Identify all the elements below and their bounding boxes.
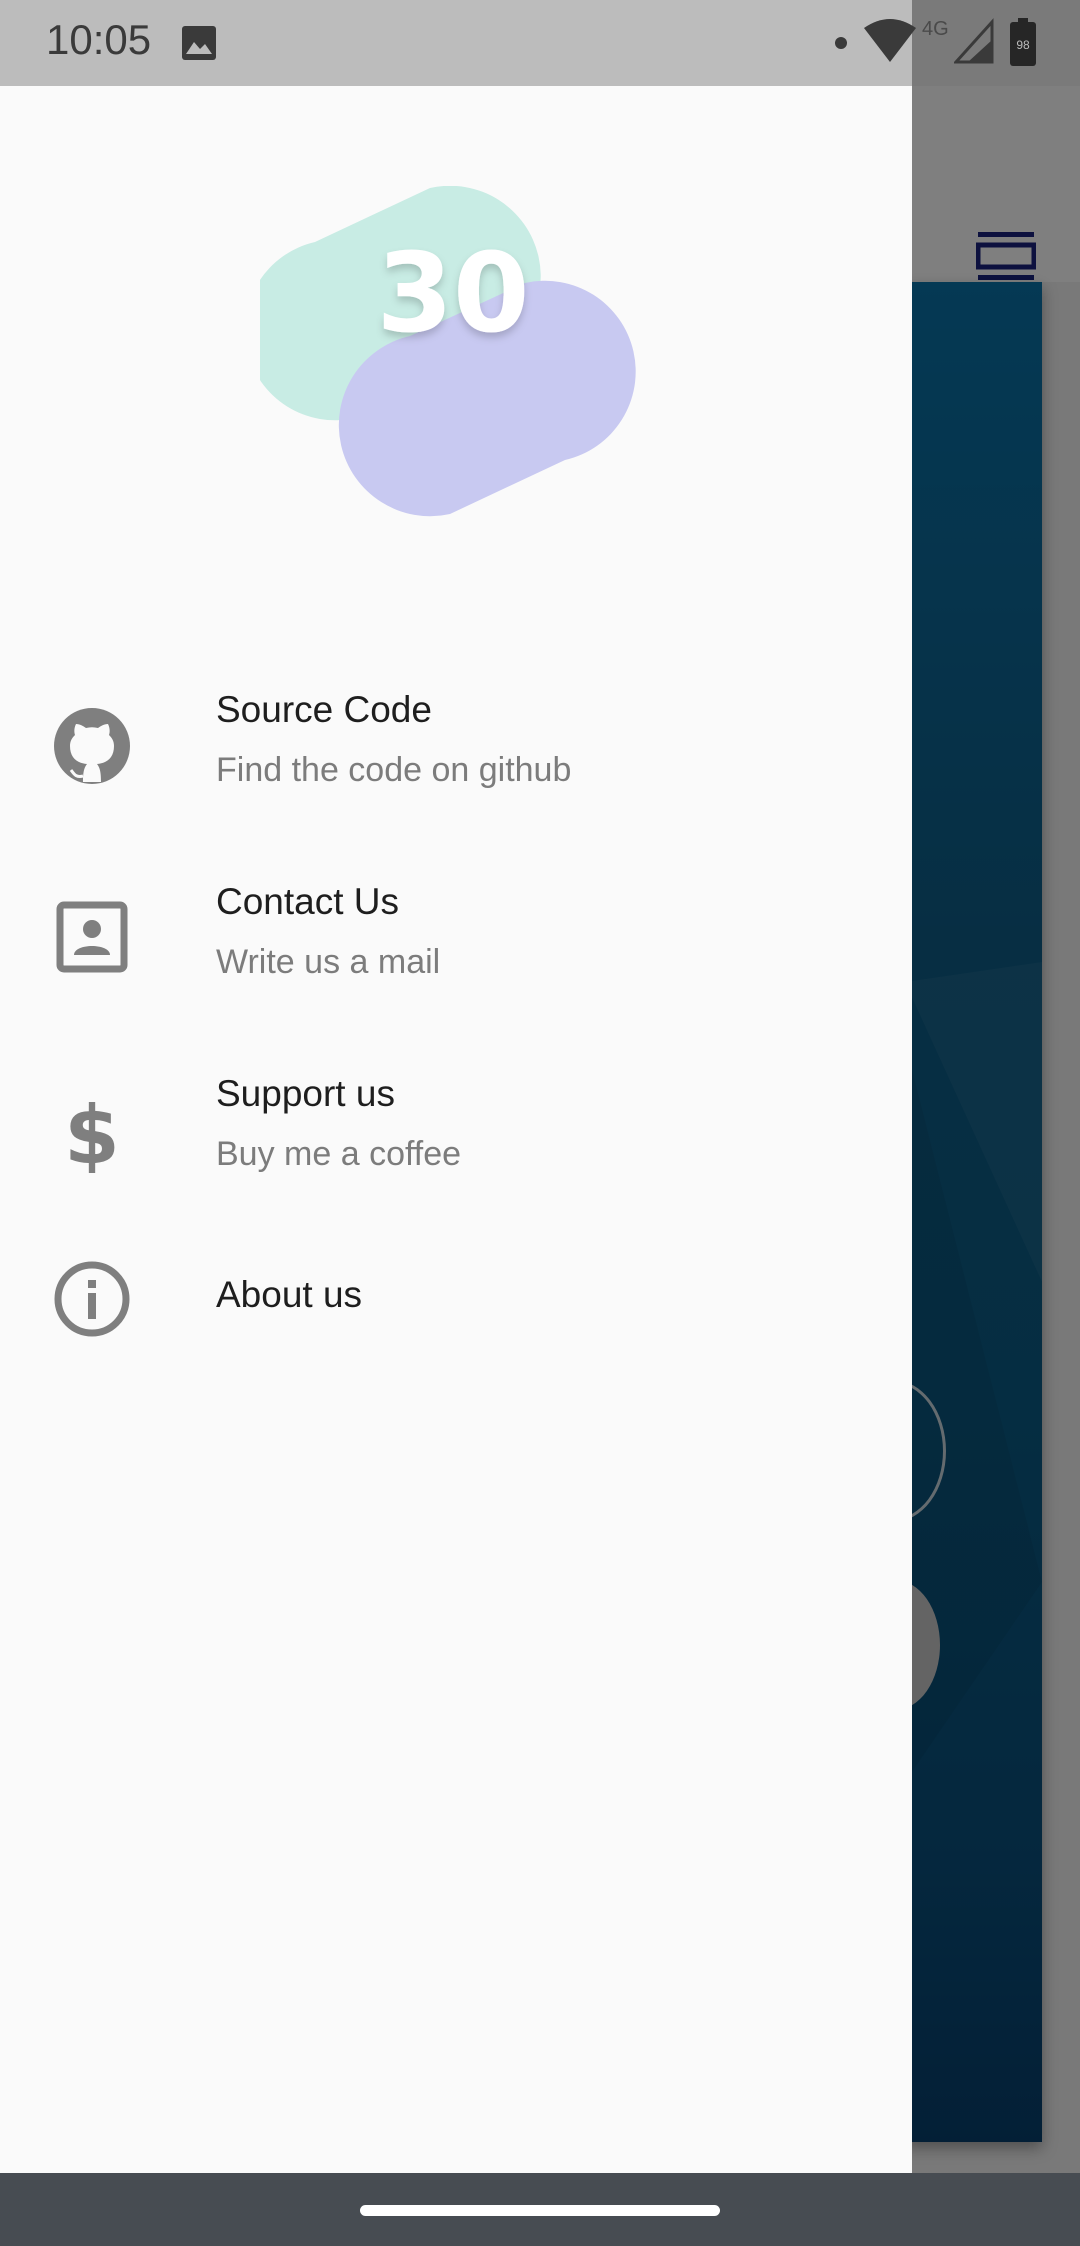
system-navigation-bar (0, 2173, 1080, 2246)
logo-text: 30 (376, 229, 529, 357)
menu-item-title: About us (216, 1274, 363, 1315)
menu-item-subtitle: Find the code on github (216, 751, 572, 789)
menu-item-contact-us[interactable]: Contact Us Write us a mail (0, 881, 912, 1031)
menu-item-title: Support us (216, 1073, 395, 1114)
app-logo: 30 (260, 186, 636, 517)
status-bar: 10:05 4G 98 (0, 0, 1080, 86)
menu-item-source-code[interactable]: Source Code Find the code on github (0, 689, 912, 839)
menu-item-title: Contact Us (216, 881, 400, 922)
menu-item-about-us[interactable]: About us (0, 1246, 912, 1396)
menu-item-support-us[interactable]: $ Support us Buy me a coffee (0, 1073, 912, 1223)
menu-item-subtitle: Buy me a coffee (216, 1135, 462, 1173)
notification-dot (835, 37, 847, 49)
svg-text:$: $ (64, 1093, 120, 1173)
gesture-handle[interactable] (360, 2205, 720, 2216)
github-icon (54, 708, 130, 784)
contact-card-icon (56, 901, 128, 973)
battery-level: 98 (1016, 38, 1030, 52)
menu-item-subtitle: Write us a mail (216, 943, 441, 981)
wifi-icon (864, 19, 916, 62)
info-icon (54, 1261, 130, 1337)
menu-item-title: Source Code (216, 689, 432, 730)
signal-icon (954, 18, 994, 64)
status-time: 10:05 (46, 16, 152, 63)
network-type-label: 4G (922, 18, 949, 40)
dollar-icon: $ (64, 1093, 120, 1173)
status-bar-dimmed-area (912, 0, 1080, 86)
navigation-drawer: 30 Source Code Find the code on github C… (0, 86, 912, 2173)
gallery-icon (182, 26, 216, 60)
